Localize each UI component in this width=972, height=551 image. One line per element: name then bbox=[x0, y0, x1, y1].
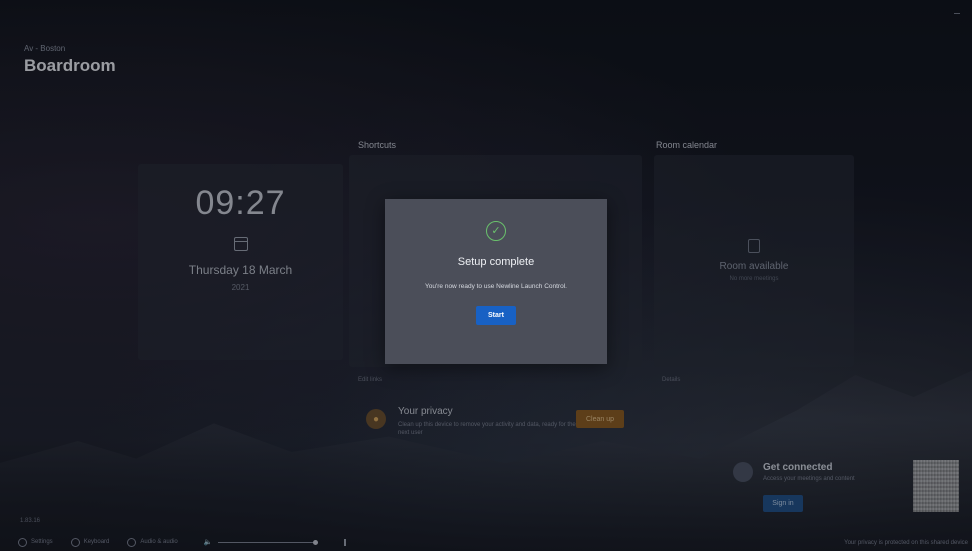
setup-complete-dialog: ✓ Setup complete You're now ready to use… bbox=[385, 199, 607, 364]
start-button[interactable]: Start bbox=[476, 306, 516, 325]
check-circle-icon: ✓ bbox=[486, 221, 506, 241]
dialog-title: Setup complete bbox=[457, 256, 535, 268]
dialog-message: You're now ready to use Newline Launch C… bbox=[425, 283, 567, 290]
